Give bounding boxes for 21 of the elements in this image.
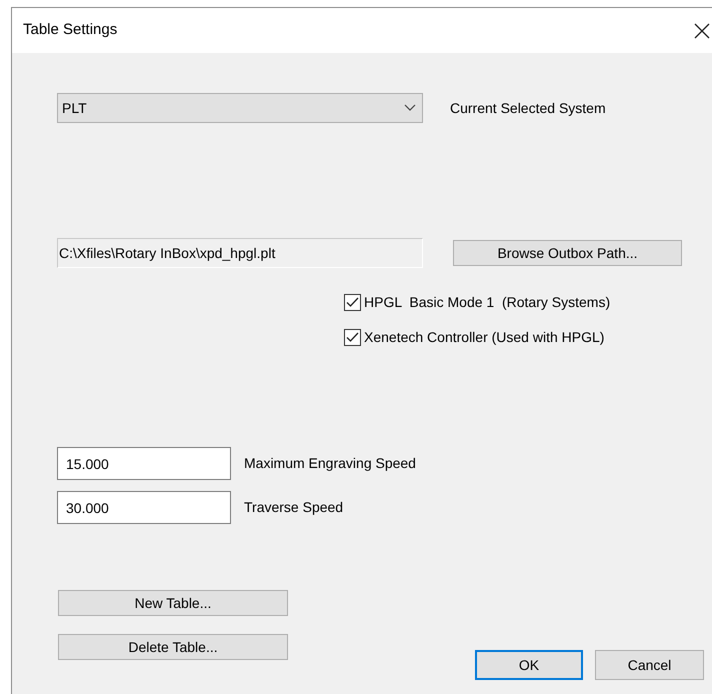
chevron-down-icon [404, 104, 416, 112]
dialog-button[interactable]: Cancel [595, 650, 704, 680]
path-field[interactable]: C:\Xfiles\Rotary InBox\xpd_hpgl.plt [57, 238, 423, 268]
checkmark-icon [346, 296, 359, 308]
table-button[interactable]: Delete Table... [58, 634, 288, 660]
checkbox[interactable] [344, 294, 361, 310]
system-label: Current Selected System [450, 98, 606, 118]
speed-field[interactable]: 30.000 [57, 491, 231, 524]
window-title: Table Settings [23, 20, 118, 40]
checkbox-label: Xenetech Controller (Used with HPGL) [364, 328, 604, 347]
table-button[interactable]: New Table... [58, 590, 288, 616]
checkbox[interactable] [344, 328, 361, 346]
system-dropdown[interactable]: PLT [57, 93, 423, 123]
checkmark-icon [346, 332, 359, 342]
dialog-button[interactable]: OK [475, 650, 583, 680]
speed-field[interactable]: 15.000 [57, 447, 231, 480]
checkbox-label: HPGL Basic Mode 1 (Rotary Systems) [364, 292, 610, 312]
speed-label: Maximum Engraving Speed [244, 454, 416, 473]
speed-label: Traverse Speed [244, 498, 344, 517]
browse-button[interactable]: Browse Outbox Path... [453, 240, 682, 266]
close-icon[interactable] [694, 22, 710, 38]
